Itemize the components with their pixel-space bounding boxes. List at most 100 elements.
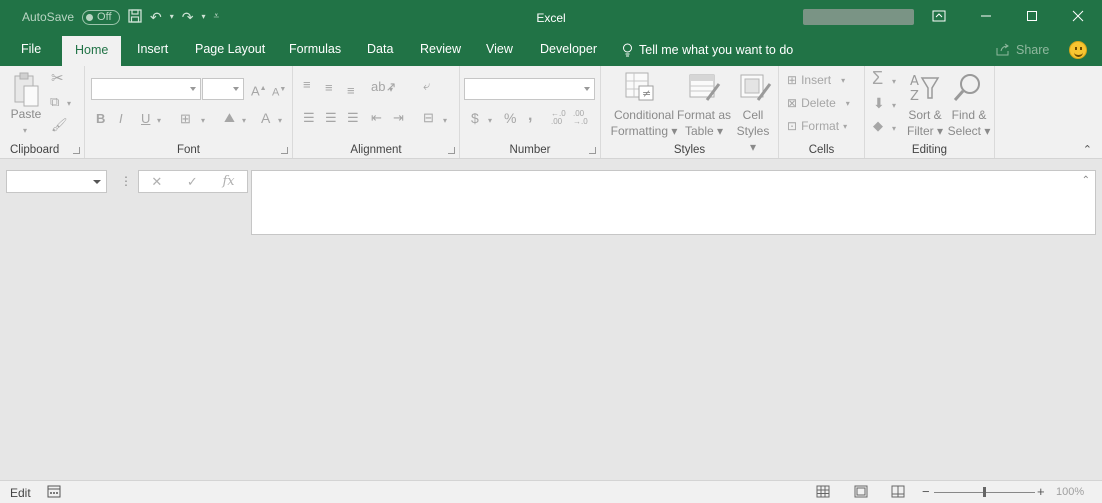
bottom-align-icon[interactable]: ≡ bbox=[347, 84, 355, 98]
maximize-icon[interactable] bbox=[1009, 0, 1055, 32]
clear-dropdown-icon[interactable]: ▾ bbox=[892, 122, 896, 136]
alignment-launcher-icon[interactable] bbox=[448, 147, 455, 154]
underline-button[interactable]: U bbox=[141, 112, 150, 126]
middle-align-icon[interactable]: ≡ bbox=[325, 81, 333, 95]
format-cells-button[interactable]: ⊡ Format ▾ bbox=[787, 119, 847, 133]
tab-file[interactable]: File bbox=[21, 42, 41, 56]
font-name-dropdown-icon[interactable] bbox=[190, 87, 196, 91]
decrease-font-size-icon[interactable]: A▼ bbox=[272, 83, 286, 100]
formula-bar-resize-handle[interactable]: ⋮ bbox=[120, 174, 132, 188]
confirm-entry-icon[interactable]: ✓ bbox=[187, 174, 198, 190]
normal-view-icon[interactable] bbox=[816, 485, 830, 498]
format-as-table-label[interactable]: Format as Table ▾ bbox=[677, 107, 731, 139]
sort-filter-label[interactable]: Sort & Filter ▾ bbox=[905, 107, 945, 139]
font-size-dropdown-icon[interactable] bbox=[233, 87, 239, 91]
font-color-button[interactable]: A bbox=[261, 111, 270, 125]
autosum-icon[interactable]: Σ bbox=[872, 69, 883, 87]
tell-me-search[interactable]: Tell me what you want to do bbox=[622, 43, 793, 57]
paste-dropdown-icon[interactable]: ▾ bbox=[23, 124, 27, 138]
fill-color-dropdown-icon[interactable]: ▾ bbox=[242, 114, 246, 128]
accounting-dropdown-icon[interactable]: ▾ bbox=[488, 114, 492, 128]
delete-dropdown-icon[interactable]: ▾ bbox=[846, 99, 850, 108]
zoom-in-icon[interactable]: + bbox=[1037, 484, 1045, 499]
underline-dropdown-icon[interactable]: ▾ bbox=[157, 114, 161, 128]
autosum-dropdown-icon[interactable]: ▾ bbox=[892, 75, 896, 89]
macro-recording-icon[interactable] bbox=[47, 485, 61, 498]
decrease-decimal-icon[interactable]: .00 →.0 bbox=[573, 110, 588, 126]
insert-dropdown-icon[interactable]: ▾ bbox=[841, 76, 845, 85]
tab-review[interactable]: Review bbox=[420, 42, 461, 56]
format-painter-icon[interactable]: 🖌 bbox=[51, 118, 68, 132]
page-layout-view-icon[interactable] bbox=[854, 485, 868, 498]
name-box[interactable] bbox=[6, 170, 107, 193]
insert-cells-button[interactable]: ⊞ Insert ▾ bbox=[787, 73, 845, 87]
top-align-icon[interactable]: ≡ bbox=[303, 78, 311, 92]
conditional-formatting-label[interactable]: Conditional Formatting ▾ bbox=[605, 107, 683, 139]
tab-view[interactable]: View bbox=[486, 42, 513, 56]
paste-icon[interactable] bbox=[12, 72, 40, 108]
feedback-smiley-icon[interactable] bbox=[1069, 41, 1087, 59]
zoom-slider-thumb[interactable] bbox=[983, 487, 986, 497]
cancel-entry-icon[interactable]: ✕ bbox=[151, 174, 162, 190]
fill-icon[interactable]: ⬇ bbox=[873, 96, 885, 110]
name-box-dropdown-icon[interactable] bbox=[93, 180, 101, 184]
increase-indent-icon[interactable]: ⇥ bbox=[393, 111, 404, 125]
share-button[interactable]: Share bbox=[996, 43, 1049, 57]
page-break-preview-icon[interactable] bbox=[891, 485, 905, 498]
percent-button[interactable]: % bbox=[504, 111, 516, 125]
delete-cells-button[interactable]: ⊠ Delete ▾ bbox=[787, 96, 850, 110]
clipboard-launcher-icon[interactable] bbox=[73, 147, 80, 154]
font-launcher-icon[interactable] bbox=[281, 147, 288, 154]
ribbon-display-options-icon[interactable] bbox=[916, 0, 962, 32]
increase-decimal-icon[interactable]: ←.0.00 bbox=[551, 110, 566, 126]
collapse-ribbon-icon[interactable]: ⌃ bbox=[1083, 143, 1092, 156]
paste-label[interactable]: Paste bbox=[8, 106, 44, 122]
copy-icon[interactable]: ⧉ bbox=[50, 95, 59, 109]
accounting-format-button[interactable]: $ bbox=[471, 111, 479, 125]
borders-icon[interactable]: ⊞ bbox=[180, 112, 191, 126]
align-left-icon[interactable]: ☰ bbox=[303, 111, 315, 125]
borders-dropdown-icon[interactable]: ▾ bbox=[201, 114, 205, 128]
tab-home[interactable]: Home bbox=[62, 36, 122, 66]
center-icon[interactable]: ☰ bbox=[325, 111, 337, 125]
number-format-dropdown-icon[interactable] bbox=[584, 87, 590, 91]
increase-font-size-icon[interactable]: A▲ bbox=[251, 82, 267, 98]
formula-input[interactable]: ⌃ bbox=[251, 170, 1096, 235]
clear-icon[interactable]: ◆ bbox=[873, 119, 883, 133]
merge-center-icon[interactable]: ⊟ bbox=[423, 111, 434, 125]
decrease-indent-icon[interactable]: ⇤ bbox=[371, 111, 382, 125]
format-dropdown-icon[interactable]: ▾ bbox=[843, 122, 847, 131]
tab-data[interactable]: Data bbox=[367, 42, 393, 56]
zoom-out-icon[interactable]: − bbox=[922, 484, 930, 499]
insert-function-button[interactable]: fx bbox=[222, 174, 234, 189]
collapse-formula-bar-icon[interactable]: ⌃ bbox=[1082, 175, 1090, 186]
font-color-dropdown-icon[interactable]: ▾ bbox=[278, 114, 282, 128]
tab-formulas[interactable]: Formulas bbox=[289, 42, 341, 56]
fill-color-icon[interactable]: ⛰ bbox=[224, 111, 235, 125]
tab-page-layout[interactable]: Page Layout bbox=[195, 42, 265, 56]
number-format-combo[interactable] bbox=[464, 78, 595, 100]
wrap-text-icon[interactable]: ⤶ bbox=[423, 79, 430, 93]
font-name-combo[interactable] bbox=[91, 78, 201, 100]
format-as-table-icon[interactable] bbox=[689, 72, 721, 102]
orientation-dropdown-icon[interactable]: ▾ bbox=[389, 83, 393, 97]
cut-icon[interactable]: ✂ bbox=[51, 71, 64, 86]
bold-button[interactable]: B bbox=[96, 112, 105, 126]
comma-style-button[interactable]: , bbox=[528, 108, 532, 124]
italic-button[interactable]: I bbox=[119, 112, 123, 126]
tab-insert[interactable]: Insert bbox=[137, 42, 168, 56]
font-size-combo[interactable] bbox=[202, 78, 244, 100]
close-icon[interactable] bbox=[1055, 0, 1101, 32]
tab-developer[interactable]: Developer bbox=[540, 42, 597, 56]
fill-dropdown-icon[interactable]: ▾ bbox=[892, 99, 896, 113]
copy-dropdown-icon[interactable]: ▾ bbox=[67, 97, 71, 111]
find-select-icon[interactable] bbox=[953, 72, 983, 104]
sort-filter-icon[interactable]: A Z bbox=[908, 72, 940, 104]
account-name-redacted[interactable] bbox=[803, 9, 914, 25]
zoom-level[interactable]: 100% bbox=[1056, 486, 1084, 498]
merge-dropdown-icon[interactable]: ▾ bbox=[443, 114, 447, 128]
number-launcher-icon[interactable] bbox=[589, 147, 596, 154]
conditional-formatting-icon[interactable]: ≠ bbox=[625, 72, 655, 102]
align-right-icon[interactable]: ☰ bbox=[347, 111, 359, 125]
cell-styles-icon[interactable] bbox=[740, 72, 772, 102]
